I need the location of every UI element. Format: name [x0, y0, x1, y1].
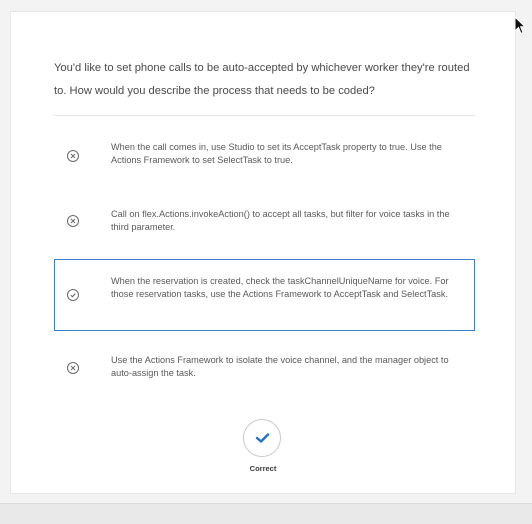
divider	[54, 115, 475, 116]
answer-option-3[interactable]: When the reservation is created, check t…	[54, 259, 475, 331]
question-text: You'd like to set phone calls to be auto…	[54, 62, 470, 97]
answer-option-1[interactable]: When the call comes in, use Studio to se…	[54, 130, 475, 186]
quiz-card: You'd like to set phone calls to be auto…	[10, 11, 516, 494]
page: You'd like to set phone calls to be auto…	[0, 0, 532, 524]
answer-option-2[interactable]: Call on flex.Actions.invokeAction() to a…	[54, 199, 475, 257]
answer-option-text: Call on flex.Actions.invokeAction() to a…	[111, 209, 450, 232]
result-indicator	[243, 419, 281, 457]
answer-option-text: Use the Actions Framework to isolate the…	[111, 355, 449, 378]
bottom-strip	[0, 503, 532, 524]
mouse-cursor-icon	[514, 16, 526, 35]
check-circle-icon	[67, 289, 79, 301]
x-circle-icon	[67, 362, 79, 374]
answer-option-4[interactable]: Use the Actions Framework to isolate the…	[54, 342, 475, 398]
answer-option-text: When the call comes in, use Studio to se…	[111, 142, 442, 165]
x-circle-icon	[67, 150, 79, 162]
x-circle-icon	[67, 215, 79, 227]
answer-option-text: When the reservation is created, check t…	[111, 276, 449, 299]
checkmark-icon	[255, 433, 270, 443]
result-label: Correct	[249, 464, 277, 473]
